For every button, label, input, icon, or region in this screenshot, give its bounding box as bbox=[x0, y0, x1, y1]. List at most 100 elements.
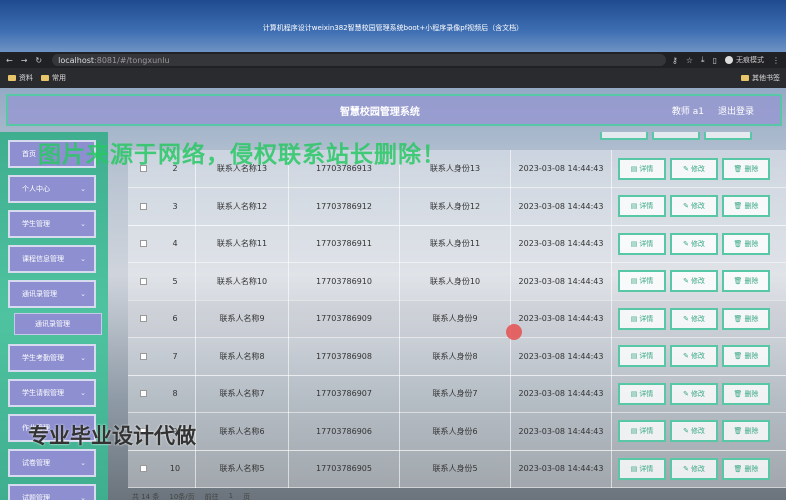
sidebar-item[interactable]: 学生管理 ⌄ bbox=[8, 210, 96, 238]
row-checkbox[interactable] bbox=[140, 352, 147, 360]
contact-name: 联系人名称5 bbox=[219, 464, 265, 473]
contact-identity: 联系人身份9 bbox=[432, 314, 478, 323]
contact-identity: 联系人身份10 bbox=[429, 276, 481, 286]
sidebar-item[interactable]: 试卷管理 ⌄ bbox=[8, 449, 96, 477]
contact-identity: 联系人身份11 bbox=[429, 239, 481, 248]
bookmark-folder[interactable]: 常用 bbox=[41, 73, 66, 83]
contact-identity: 联系人身份5 bbox=[432, 464, 478, 473]
edit-button[interactable]: ✎ 修改 bbox=[670, 420, 718, 442]
delete-button[interactable]: 🗑 删除 bbox=[722, 345, 770, 367]
detail-button[interactable]: ▤ 详情 bbox=[618, 232, 666, 255]
trash-icon: 🗑 bbox=[733, 427, 743, 435]
table-row: 3 联系人名称12 17703786912 联系人身份12 2023-03-08 14:… bbox=[128, 187, 786, 226]
current-user: 教师 a1 bbox=[671, 106, 704, 117]
detail-button[interactable]: ▤ 详情 bbox=[618, 345, 666, 367]
chevron-down-icon: ⌄ bbox=[80, 290, 86, 298]
row-checkbox[interactable] bbox=[140, 277, 147, 285]
table-row: 6 联系人名称9 17703786909 联系人身份9 2023-03-08 14:44… bbox=[128, 299, 786, 338]
row-checkbox[interactable] bbox=[140, 315, 147, 322]
document-icon: ▤ bbox=[630, 239, 638, 248]
other-bookmarks[interactable]: 其他书签 bbox=[741, 73, 780, 83]
edit-button[interactable]: ✎ 修改 bbox=[670, 457, 718, 480]
sidebar-item[interactable]: 课程信息管理 ⌄ bbox=[8, 245, 96, 273]
edit-icon: ✎ bbox=[683, 314, 689, 323]
sidebar-item[interactable]: 个人中心 ⌄ bbox=[8, 175, 96, 203]
edit-button[interactable]: ✎ 修改 bbox=[670, 232, 718, 255]
contact-identity: 联系人身份6 bbox=[432, 426, 478, 436]
pager-page-input[interactable]: 1 bbox=[229, 492, 233, 500]
detail-button[interactable]: ▤ 详情 bbox=[618, 382, 666, 405]
page-size-select[interactable]: 10条/页 bbox=[169, 492, 194, 500]
key-icon[interactable]: ⚷ bbox=[672, 56, 678, 65]
sidebar-subitem[interactable]: 通讯录管理 bbox=[14, 313, 102, 335]
edit-icon: ✎ bbox=[683, 352, 689, 360]
edit-icon: ✎ bbox=[683, 239, 689, 248]
trash-icon: 🗑 bbox=[733, 164, 743, 173]
created-time: 2023-03-08 14:44:43 bbox=[518, 351, 604, 361]
sidebar-item[interactable]: 通讯录管理 ⌄ bbox=[8, 280, 96, 308]
delete-button[interactable]: 🗑 删除 bbox=[722, 382, 770, 405]
incognito-icon bbox=[725, 56, 733, 64]
document-icon: ▤ bbox=[630, 314, 638, 323]
star-icon[interactable]: ☆ bbox=[686, 56, 693, 65]
forward-icon[interactable]: → bbox=[21, 56, 28, 65]
contact-phone: 17703786912 bbox=[316, 201, 372, 211]
detail-button[interactable]: ▤ 详情 bbox=[618, 457, 666, 480]
row-checkbox[interactable] bbox=[140, 240, 147, 247]
table-row: 8 联系人名称7 17703786907 联系人身份7 2023-03-08 14:44… bbox=[128, 374, 786, 413]
trash-icon: 🗑 bbox=[733, 277, 743, 285]
row-index: 10 bbox=[169, 464, 181, 473]
detail-button[interactable]: ▤ 详情 bbox=[618, 270, 666, 292]
edit-icon: ✎ bbox=[683, 202, 689, 210]
bookmark-folder[interactable]: 资料 bbox=[8, 73, 33, 83]
edit-button[interactable]: ✎ 修改 bbox=[670, 307, 718, 330]
trash-icon: 🗑 bbox=[733, 464, 743, 473]
bookmark-label: 其他书签 bbox=[752, 74, 780, 82]
sidebar-item[interactable]: 试题管理 ⌄ bbox=[8, 484, 96, 500]
edit-button[interactable]: ✎ 修改 bbox=[670, 195, 718, 217]
row-checkbox[interactable] bbox=[140, 465, 147, 472]
logout-link[interactable]: 退出登录 bbox=[718, 104, 754, 117]
trash-icon: 🗑 bbox=[733, 389, 743, 398]
detail-button[interactable]: ▤ 详情 bbox=[618, 157, 666, 180]
sidebar-item[interactable]: 学生请假管理 ⌄ bbox=[8, 379, 96, 407]
sidebar-item-label: 个人中心 bbox=[22, 185, 50, 193]
contact-phone: 17703786910 bbox=[316, 276, 372, 286]
delete-button[interactable]: 🗑 删除 bbox=[722, 157, 770, 180]
trash-icon: 🗑 bbox=[733, 352, 743, 360]
delete-button[interactable]: 🗑 删除 bbox=[722, 307, 770, 330]
incognito-indicator[interactable]: 无痕模式 bbox=[725, 55, 764, 65]
detail-button[interactable]: ▤ 详情 bbox=[618, 420, 666, 442]
folder-icon bbox=[741, 75, 749, 81]
edit-button[interactable]: ✎ 修改 bbox=[670, 157, 718, 180]
delete-button[interactable]: 🗑 删除 bbox=[722, 195, 770, 217]
promo-text: 专业毕业设计代做 bbox=[28, 424, 196, 448]
delete-button[interactable]: 🗑 删除 bbox=[722, 420, 770, 442]
download-icon[interactable]: ⤓ bbox=[701, 55, 705, 65]
sidebar-item-label: 首页 bbox=[22, 150, 36, 158]
folder-icon bbox=[41, 75, 49, 81]
url-host: localhost bbox=[58, 55, 95, 65]
edit-button[interactable]: ✎ 修改 bbox=[670, 270, 718, 292]
cursor-highlight bbox=[506, 324, 522, 340]
delete-button[interactable]: 🗑 删除 bbox=[722, 457, 770, 480]
created-time: 2023-03-08 14:44:43 bbox=[518, 276, 604, 286]
address-bar[interactable]: localhost:8081/#/tongxunlu bbox=[52, 54, 667, 66]
reload-icon[interactable]: ↻ bbox=[35, 56, 42, 65]
detail-button[interactable]: ▤ 详情 bbox=[618, 307, 666, 330]
sidebar-item[interactable]: 学生考勤管理 ⌄ bbox=[8, 344, 96, 372]
delete-button[interactable]: 🗑 删除 bbox=[722, 270, 770, 292]
sidepanel-icon[interactable]: ▯ bbox=[713, 56, 717, 65]
delete-button[interactable]: 🗑 删除 bbox=[722, 232, 770, 255]
table-row: 4 联系人名称11 17703786911 联系人身份11 2023-03-08 14:… bbox=[128, 224, 786, 263]
pager-unit: 页 bbox=[243, 493, 251, 500]
bookmark-label: 资料 bbox=[19, 74, 33, 82]
edit-button[interactable]: ✎ 修改 bbox=[670, 345, 718, 367]
edit-button[interactable]: ✎ 修改 bbox=[670, 382, 718, 405]
back-icon[interactable]: ← bbox=[6, 56, 13, 65]
document-icon: ▤ bbox=[630, 352, 638, 360]
row-checkbox[interactable] bbox=[140, 202, 147, 210]
menu-icon[interactable]: ⋮ bbox=[772, 56, 780, 65]
row-checkbox[interactable] bbox=[140, 390, 147, 397]
detail-button[interactable]: ▤ 详情 bbox=[618, 195, 666, 217]
